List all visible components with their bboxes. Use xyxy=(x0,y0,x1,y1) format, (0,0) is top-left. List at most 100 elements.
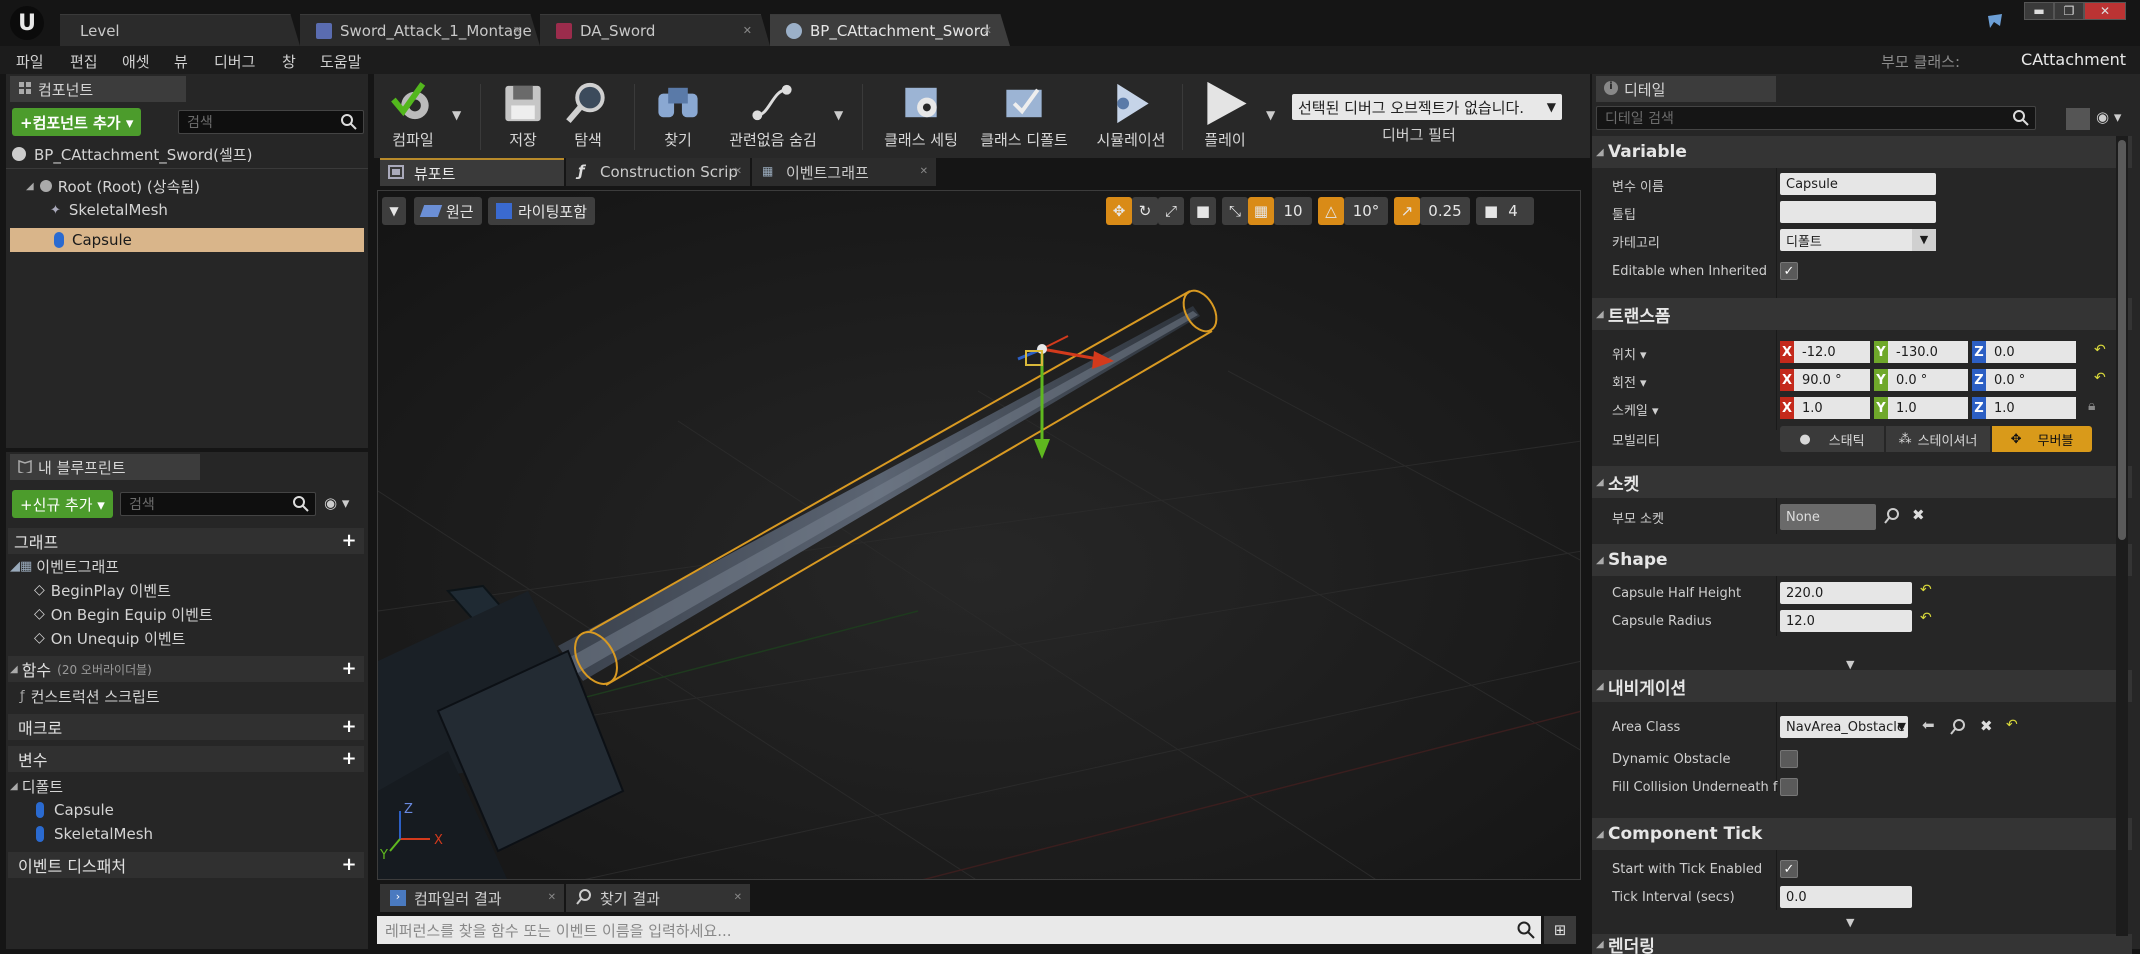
rotation-label[interactable]: 회전 ▾ xyxy=(1612,372,1647,391)
close-icon[interactable]: ✕ xyxy=(983,24,992,37)
close-icon[interactable]: ✕ xyxy=(734,166,742,177)
tooltip-input[interactable] xyxy=(1780,201,1936,223)
viewport-options-dropdown[interactable]: ▼ xyxy=(382,197,406,225)
hide-unrelated-options-dropdown[interactable]: ▼ xyxy=(834,108,843,122)
reset-rotation-icon[interactable]: ↶ xyxy=(2094,370,2106,386)
tab-da-sword[interactable]: DA_Sword ✕ xyxy=(540,14,770,46)
scale-x-input[interactable]: 1.0 xyxy=(1794,397,1870,419)
parent-class-link[interactable]: CAttachment xyxy=(2021,50,2126,69)
find-references-input[interactable]: 레퍼런스를 찾을 함수 또는 이벤트 이름을 입력하세요... xyxy=(377,916,1541,944)
rotation-snap-value[interactable]: 10° xyxy=(1344,197,1388,225)
rotation-z-input[interactable]: 0.0 ° xyxy=(1986,369,2076,391)
location-label[interactable]: 위치 ▾ xyxy=(1612,344,1647,363)
mobility-stationary-button[interactable]: ⁂ 스테이셔너 xyxy=(1886,426,1990,452)
close-icon[interactable]: ✕ xyxy=(513,24,522,37)
blueprint-search-input[interactable]: 검색 xyxy=(120,492,316,516)
scale-y-input[interactable]: 1.0 xyxy=(1888,397,1968,419)
scale-mode-icon[interactable]: ⤢ xyxy=(1158,197,1184,225)
tick-interval-input[interactable]: 0.0 xyxy=(1780,886,1912,908)
category-shape[interactable]: ◢ Shape xyxy=(1592,544,2132,576)
clear-icon[interactable]: ✖ xyxy=(1980,717,1993,735)
area-class-select[interactable]: NavArea_Obstacle ▼ xyxy=(1780,716,1908,738)
debug-object-select[interactable]: 선택된 디버그 오브젝트가 없습니다. ▼ xyxy=(1292,94,1562,120)
category-transform[interactable]: ◢ 트랜스폼 xyxy=(1592,298,2132,330)
hide-unrelated-button[interactable]: 관련없음 숨김 xyxy=(718,78,828,156)
details-search-input[interactable]: 디테일 검색 xyxy=(1596,106,2036,130)
search-icon[interactable] xyxy=(1950,719,1966,735)
browse-button[interactable]: 탐색 xyxy=(560,78,616,156)
rotation-x-input[interactable]: 90.0 ° xyxy=(1794,369,1870,391)
section-graph[interactable]: 그래프 + xyxy=(8,528,364,554)
tab-bp-cattachment-sword[interactable]: BP_CAttachment_Sword ✕ xyxy=(770,14,1010,46)
reset-radius-icon[interactable]: ↶ xyxy=(1920,610,1932,626)
fill-collision-checkbox[interactable] xyxy=(1780,778,1798,796)
close-icon[interactable]: ✕ xyxy=(548,892,556,903)
grid-snap-icon[interactable]: ▦ xyxy=(1248,197,1274,225)
add-component-button[interactable]: +컴포넌트 추가 ▾ xyxy=(12,108,142,136)
scrollbar-thumb[interactable] xyxy=(2118,140,2126,540)
variable-row-capsule[interactable]: Capsule xyxy=(36,798,356,822)
event-graph-row[interactable]: ◢▦ 이벤트그래프 xyxy=(10,554,350,578)
event-row-unequip[interactable]: ◇ On Unequip 이벤트 xyxy=(34,626,354,650)
parent-socket-field[interactable]: None xyxy=(1780,504,1876,530)
editable-when-inherited-checkbox[interactable]: ✓ xyxy=(1780,262,1798,280)
minimize-button[interactable]: ▬ xyxy=(2024,2,2054,20)
play-button[interactable]: 플레이 xyxy=(1190,78,1260,156)
location-z-input[interactable]: 0.0 xyxy=(1986,341,2076,363)
compile-button[interactable]: 컴파일 xyxy=(378,78,448,156)
find-in-all-blueprints-binoculars-icon[interactable]: ⊞ xyxy=(1544,916,1576,944)
coordinate-space-icon[interactable]: ■ xyxy=(1190,197,1216,225)
class-defaults-button[interactable]: 클래스 디폴트 xyxy=(974,78,1074,156)
capsule-radius-input[interactable]: 12.0 xyxy=(1780,610,1912,632)
event-row-begin-equip[interactable]: ◇ On Begin Equip 이벤트 xyxy=(34,602,354,626)
lock-icon[interactable]: 🔒︎ xyxy=(2088,398,2095,414)
grid-snap-value[interactable]: 10 xyxy=(1274,197,1312,225)
compile-options-dropdown[interactable]: ▼ xyxy=(452,108,461,122)
dynamic-obstacle-checkbox[interactable] xyxy=(1780,750,1798,768)
simulation-button[interactable]: 시뮬레이션 xyxy=(1086,78,1176,156)
mobility-movable-button[interactable]: ✥ 무버블 xyxy=(1992,426,2092,452)
reset-half-height-icon[interactable]: ↶ xyxy=(1920,582,1932,598)
tab-event-graph[interactable]: ▦ 이벤트그래프 ✕ xyxy=(752,158,936,186)
tab-viewport[interactable]: 뷰포트 xyxy=(380,158,564,186)
play-options-dropdown[interactable]: ▼ xyxy=(1266,108,1275,122)
tab-find-results[interactable]: 찾기 결과 ✕ xyxy=(566,884,750,912)
variable-name-input[interactable]: Capsule xyxy=(1780,173,1936,195)
add-macro-icon[interactable]: + xyxy=(340,718,358,736)
viewport[interactable]: X Z Y ▼ 원근 라이팅포함 ✥ ↻ ⤢ ■ ⤡ ▦ 10 △ 10° ↗ … xyxy=(377,190,1581,880)
category-component-tick[interactable]: ◢ Component Tick xyxy=(1592,818,2132,850)
tab-details[interactable]: i 디테일 xyxy=(1596,76,1776,102)
translate-mode-icon[interactable]: ✥ xyxy=(1106,197,1132,225)
camera-speed-button[interactable]: ■ 4 xyxy=(1476,197,1534,225)
tab-level[interactable]: Level xyxy=(60,14,300,46)
location-x-input[interactable]: -12.0 xyxy=(1794,341,1870,363)
mobility-static-button[interactable]: ● 스태틱 xyxy=(1780,426,1884,452)
maximize-button[interactable]: ❐ xyxy=(2054,2,2084,20)
location-y-input[interactable]: -130.0 xyxy=(1888,341,1968,363)
expand-advanced-icon[interactable]: ▼ xyxy=(1846,916,1854,929)
find-button[interactable]: 찾기 xyxy=(650,78,706,156)
component-row-root[interactable]: ◢ Root (Root) (상속됨) xyxy=(26,174,356,198)
reset-area-class-icon[interactable]: ↶ xyxy=(2006,717,2018,733)
menu-help[interactable]: 도움말 xyxy=(320,51,361,72)
add-function-icon[interactable]: + xyxy=(340,660,358,678)
category-select[interactable]: 디폴트 ▼ xyxy=(1780,229,1936,251)
rotation-y-input[interactable]: 0.0 ° xyxy=(1888,369,1968,391)
save-button[interactable]: 저장 xyxy=(498,78,548,156)
search-icon[interactable] xyxy=(1884,508,1900,524)
event-row-beginplay[interactable]: ◇ BeginPlay 이벤트 xyxy=(34,578,354,602)
class-settings-button[interactable]: 클래스 세팅 xyxy=(876,78,966,156)
scale-z-input[interactable]: 1.0 xyxy=(1986,397,2076,419)
start-tick-enabled-checkbox[interactable]: ✓ xyxy=(1780,860,1798,878)
tab-sword-attack-montage[interactable]: Sword_Attack_1_Montage ✕ xyxy=(300,14,540,46)
close-icon[interactable]: ✕ xyxy=(743,24,752,37)
menu-file[interactable]: 파일 xyxy=(16,51,44,72)
component-row-skeletalmesh[interactable]: ✦ SkeletalMesh xyxy=(50,198,360,222)
clear-icon[interactable]: ✖ xyxy=(1912,506,1925,524)
add-graph-icon[interactable]: + xyxy=(340,532,358,550)
scale-snap-icon[interactable]: ↗ xyxy=(1394,197,1420,225)
property-matrix-icon[interactable] xyxy=(2066,108,2090,130)
menu-view[interactable]: 뷰 xyxy=(174,51,188,72)
component-self-row[interactable]: BP_CAttachment_Sword(셀프) xyxy=(12,142,362,166)
surface-snap-icon[interactable]: ⤡ xyxy=(1222,197,1248,225)
